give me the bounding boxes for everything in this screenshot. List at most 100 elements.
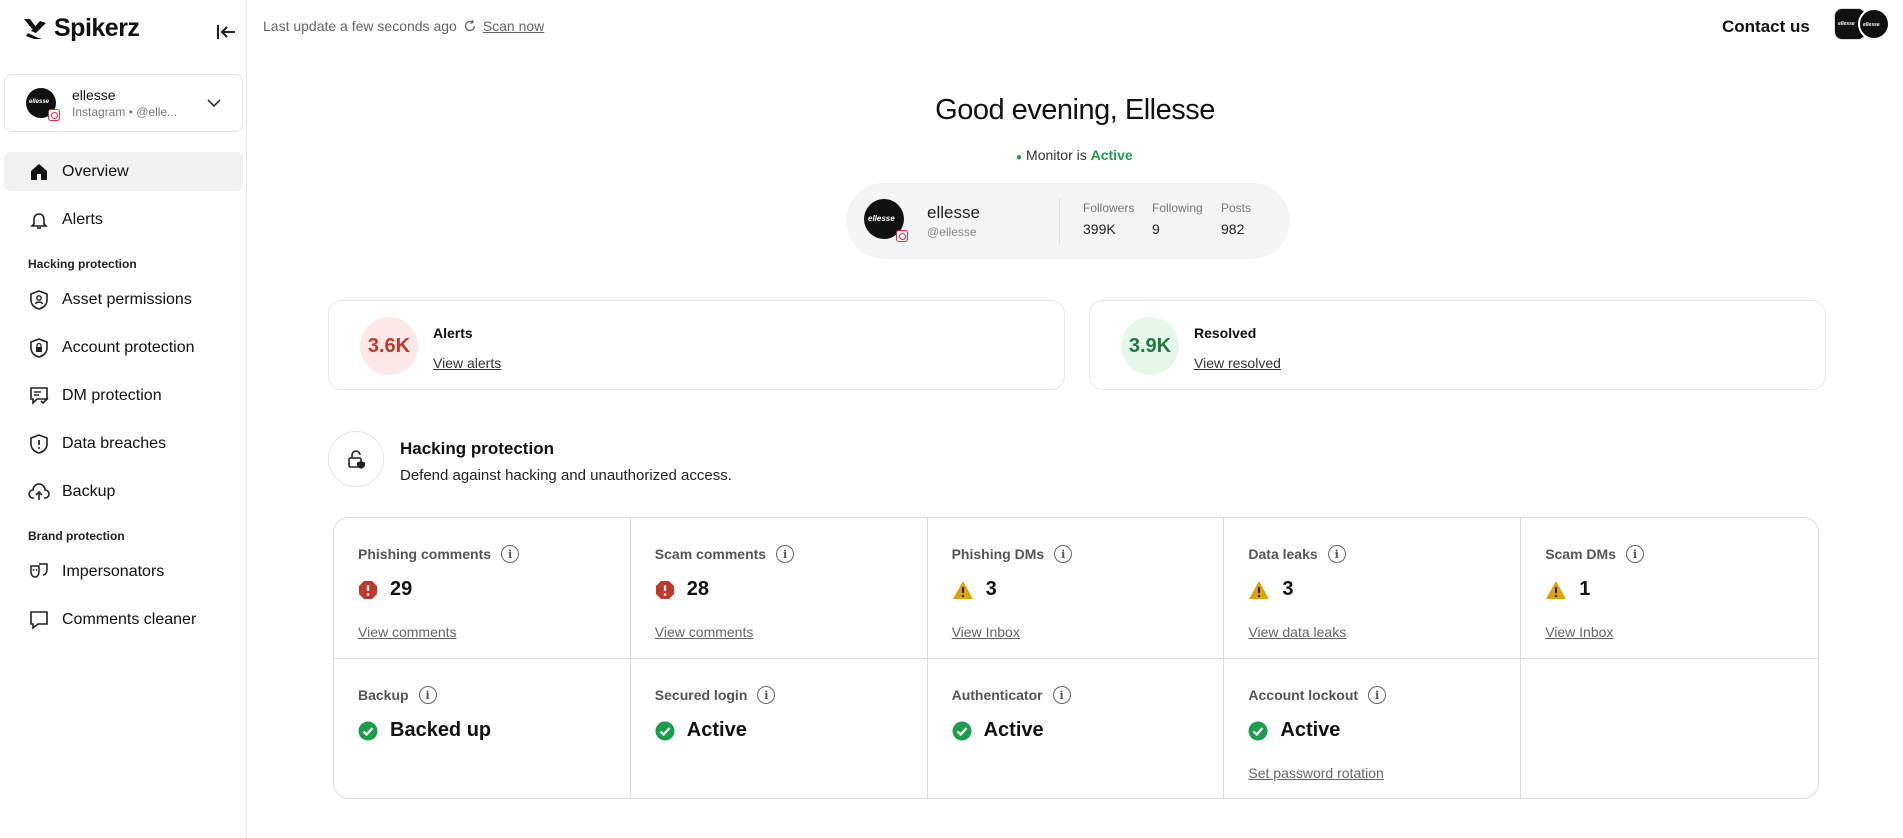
- shield-alert-icon: [30, 434, 48, 454]
- card-value: 3: [952, 578, 997, 601]
- card-link[interactable]: View Inbox: [952, 624, 1020, 640]
- section-description: Defend against hacking and unauthorized …: [400, 467, 732, 484]
- sidebar-item-dm-protection[interactable]: DM protection: [4, 376, 243, 415]
- profile-name: ellesse: [927, 203, 980, 222]
- sidebar-item-label: Account protection: [62, 338, 195, 356]
- bell-icon: [30, 213, 48, 229]
- check-circle-icon: [952, 721, 972, 741]
- sidebar-item-label: DM protection: [62, 386, 162, 404]
- account-avatars[interactable]: ellesse ellesse: [1834, 8, 1892, 42]
- shield-lock-icon: [30, 338, 48, 358]
- section-title: Hacking protection: [400, 439, 554, 458]
- sidebar-item-account-protection[interactable]: Account protection: [4, 328, 243, 367]
- error-octagon-icon: [655, 580, 675, 600]
- card-title: Scam DMs i: [1545, 545, 1644, 563]
- cloud-upload-icon: [28, 483, 50, 500]
- card-value: 29: [358, 578, 412, 601]
- sidebar-item-comments-cleaner[interactable]: Comments cleaner: [4, 600, 243, 639]
- sidebar-item-overview[interactable]: Overview: [4, 152, 243, 191]
- sidebar-item-backup[interactable]: Backup: [4, 472, 243, 511]
- last-update-bar: Last update a few seconds ago Scan now: [263, 18, 544, 34]
- card-link[interactable]: Set password rotation: [1248, 765, 1383, 781]
- sidebar-item-alerts[interactable]: Alerts: [4, 200, 243, 239]
- check-circle-icon: [655, 721, 675, 741]
- info-icon[interactable]: i: [501, 545, 520, 563]
- info-icon[interactable]: i: [757, 686, 776, 704]
- card-link[interactable]: View comments: [655, 624, 754, 640]
- card-title: Scam comments i: [655, 545, 795, 563]
- info-icon[interactable]: i: [1052, 686, 1071, 704]
- warning-triangle-icon: [1545, 580, 1567, 600]
- shield-user-icon: [30, 290, 48, 310]
- view-alerts-link[interactable]: View alerts: [433, 355, 501, 371]
- alerts-count: 3.6K: [360, 317, 418, 375]
- sidebar-item-label: Impersonators: [62, 562, 165, 580]
- card-authenticator: Authenticator i Active: [928, 659, 1225, 798]
- resolved-summary-title: Resolved: [1194, 325, 1257, 341]
- card-phishing-comments: Phishing comments i 29 View comments: [334, 518, 631, 659]
- view-resolved-link[interactable]: View resolved: [1194, 355, 1281, 371]
- card-phishing-dms: Phishing DMs i 3 View Inbox: [927, 518, 1225, 659]
- spikerz-logo-icon: [24, 18, 46, 39]
- card-title: Data leaks i: [1248, 545, 1346, 563]
- card-title: Phishing DMs i: [952, 545, 1073, 563]
- card-title: Account lockout i: [1248, 686, 1387, 704]
- card-scam-comments: Scam comments i 28 View comments: [630, 518, 928, 659]
- avatar: ellesse: [1858, 8, 1890, 40]
- info-icon[interactable]: i: [1054, 545, 1073, 563]
- scan-now-link[interactable]: Scan now: [483, 18, 544, 34]
- card-title: Backup i: [358, 686, 437, 704]
- card-link[interactable]: View data leaks: [1248, 624, 1346, 640]
- monitor-status: ● Monitor is Active: [1016, 147, 1133, 163]
- sidebar-item-label: Data breaches: [62, 434, 167, 452]
- nav-section-brand: Brand protection: [28, 529, 125, 543]
- stat-posts: Posts 982: [1221, 201, 1252, 237]
- alerts-summary-title: Alerts: [433, 325, 473, 341]
- instagram-icon: [896, 230, 908, 242]
- card-title: Secured login i: [655, 686, 776, 704]
- stat-followers: Followers 399K: [1083, 201, 1135, 237]
- masks-icon: [30, 563, 48, 578]
- card-account-lockout: Account lockout i Active Set password rotat…: [1224, 659, 1522, 798]
- error-octagon-icon: [358, 580, 378, 600]
- card-title: Phishing comments i: [358, 545, 520, 563]
- sidebar-item-label: Backup: [62, 482, 116, 500]
- protection-grid: Phishing comments i 29 View comments Scam c…: [333, 517, 1819, 799]
- contact-us-button[interactable]: Contact us: [1722, 17, 1810, 37]
- sidebar-item-data-breaches[interactable]: Data breaches: [4, 424, 243, 463]
- warning-triangle-icon: [952, 580, 974, 600]
- profile-card: ellesse ellesse @ellesse Followers 399K …: [846, 183, 1290, 259]
- nav-section-hacking: Hacking protection: [28, 257, 137, 271]
- sidebar-item-label: Comments cleaner: [62, 610, 197, 628]
- card-link[interactable]: View Inbox: [1545, 624, 1613, 640]
- alerts-summary-card: 3.6K Alerts View alerts: [328, 300, 1065, 390]
- info-icon[interactable]: i: [1626, 545, 1644, 563]
- collapse-sidebar-button[interactable]: [214, 20, 238, 44]
- info-icon[interactable]: i: [418, 686, 437, 704]
- card-link[interactable]: View comments: [358, 624, 457, 640]
- card-value: 28: [655, 578, 709, 601]
- sidebar-item-label: Asset permissions: [62, 290, 192, 308]
- resolved-summary-card: 3.9K Resolved View resolved: [1089, 300, 1826, 390]
- sidebar-item-asset-permissions[interactable]: Asset permissions: [4, 280, 243, 319]
- info-icon[interactable]: i: [776, 545, 795, 563]
- refresh-icon[interactable]: [463, 19, 477, 33]
- info-icon[interactable]: i: [1368, 686, 1387, 704]
- card-data-leaks: Data leaks i 3 View data leaks: [1224, 518, 1522, 659]
- card-value: Active: [655, 719, 747, 742]
- collapse-icon: [217, 25, 235, 39]
- card-empty: [1521, 659, 1818, 798]
- home-icon: [31, 164, 47, 180]
- stat-following: Following 9: [1152, 201, 1203, 237]
- card-backup: Backup i Backed up: [334, 659, 631, 798]
- sidebar-item-impersonators[interactable]: Impersonators: [4, 552, 243, 591]
- divider: [1059, 198, 1060, 244]
- comment-icon: [30, 611, 48, 630]
- card-scam-dms: Scam DMs i 1 View Inbox: [1521, 518, 1818, 659]
- brand-logo[interactable]: Spikerz: [22, 14, 140, 43]
- info-icon[interactable]: i: [1327, 545, 1346, 563]
- card-value: Backed up: [358, 719, 491, 742]
- card-value: Active: [1248, 719, 1340, 742]
- check-circle-icon: [1248, 721, 1268, 741]
- profile-handle: @ellesse: [927, 225, 977, 239]
